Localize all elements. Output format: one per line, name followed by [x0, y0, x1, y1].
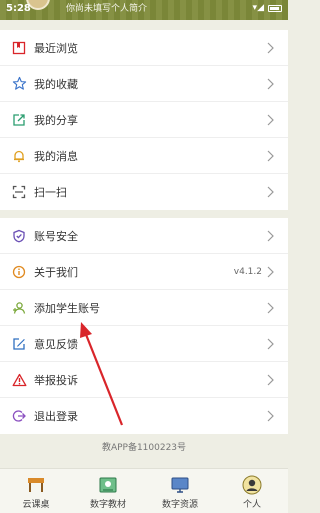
- share-icon: [11, 112, 27, 128]
- tab-label: 数字教材: [89, 500, 126, 510]
- battery-icon: [268, 4, 282, 12]
- status-time: 5:28: [6, 3, 31, 14]
- menu-recent-browse[interactable]: 最近浏览: [0, 30, 288, 66]
- menu-label: 我的消息: [34, 149, 78, 163]
- menu-account-security[interactable]: 账号安全: [0, 218, 288, 254]
- chevron-right-icon: [267, 150, 274, 162]
- chevron-right-icon: [267, 374, 274, 386]
- bookmark-icon: [11, 40, 27, 56]
- tab-label: 个人: [242, 500, 261, 510]
- bell-icon: [11, 148, 27, 164]
- menu-report[interactable]: 举报投诉: [0, 362, 288, 398]
- info-icon: [11, 264, 27, 280]
- star-icon: [11, 76, 27, 92]
- add-user-icon: [11, 300, 27, 316]
- tab-digital-textbook[interactable]: 数字教材: [72, 469, 144, 513]
- menu-label: 最近浏览: [34, 41, 78, 55]
- signal-icon: ▾◢: [252, 3, 264, 13]
- tab-cloud-class[interactable]: 云课桌: [0, 469, 72, 513]
- profile-bio[interactable]: 你尚未填写个人简介: [66, 1, 147, 14]
- menu-label: 我的分享: [34, 113, 78, 127]
- menu-label: 我的收藏: [34, 77, 78, 91]
- menu-group-1: 最近浏览 我的收藏 我的分享 我的消息 扫一扫: [0, 30, 288, 210]
- menu-label: 关于我们: [34, 265, 78, 279]
- tab-profile[interactable]: 个人: [216, 469, 288, 513]
- menu-logout[interactable]: 退出登录: [0, 398, 288, 434]
- tab-label: 数字资源: [161, 500, 198, 510]
- chevron-right-icon: [267, 230, 274, 242]
- logout-icon: [11, 408, 27, 424]
- warning-icon: [11, 372, 27, 388]
- bottom-tab-bar: 云课桌 数字教材 数字资源 个人: [0, 468, 288, 513]
- tab-label: 云课桌: [22, 500, 50, 510]
- edit-icon: [11, 336, 27, 352]
- icp-record: 教APP备1100223号: [101, 443, 187, 453]
- chevron-right-icon: [267, 266, 274, 278]
- desk-icon: [25, 475, 47, 495]
- menu-label: 账号安全: [34, 229, 78, 243]
- menu-scan[interactable]: 扫一扫: [0, 174, 288, 210]
- menu-about-us[interactable]: 关于我们 v4.1.2: [0, 254, 288, 290]
- menu-my-favorites[interactable]: 我的收藏: [0, 66, 288, 102]
- menu-label: 意见反馈: [34, 337, 78, 351]
- menu-my-messages[interactable]: 我的消息: [0, 138, 288, 174]
- app-version: v4.1.2: [233, 266, 262, 277]
- chevron-right-icon: [267, 186, 274, 198]
- tab-digital-resources[interactable]: 数字资源: [144, 469, 216, 513]
- profile-icon: [241, 475, 263, 495]
- book-icon: [97, 475, 119, 495]
- menu-label: 举报投诉: [34, 373, 78, 387]
- menu-label: 退出登录: [34, 410, 78, 423]
- chevron-right-icon: [267, 42, 274, 54]
- chevron-right-icon: [267, 338, 274, 350]
- profile-header: 5:28 你尚未填写个人简介 ▾◢: [0, 0, 288, 20]
- status-icons: ▾◢: [253, 3, 282, 13]
- chevron-right-icon: [267, 302, 274, 314]
- menu-group-2: 账号安全 关于我们 v4.1.2 添加学生账号 意见反馈 举报投诉 退出登录: [0, 218, 288, 434]
- shield-icon: [11, 228, 27, 244]
- scan-icon: [11, 184, 27, 200]
- chevron-right-icon: [267, 78, 274, 90]
- menu-feedback[interactable]: 意见反馈: [0, 326, 288, 362]
- menu-my-shares[interactable]: 我的分享: [0, 102, 288, 138]
- menu-label: 添加学生账号: [34, 301, 100, 315]
- chevron-right-icon: [267, 114, 274, 126]
- chevron-right-icon: [267, 410, 274, 422]
- menu-label: 扫一扫: [34, 186, 67, 199]
- monitor-icon: [169, 475, 191, 495]
- menu-add-student-account[interactable]: 添加学生账号: [0, 290, 288, 326]
